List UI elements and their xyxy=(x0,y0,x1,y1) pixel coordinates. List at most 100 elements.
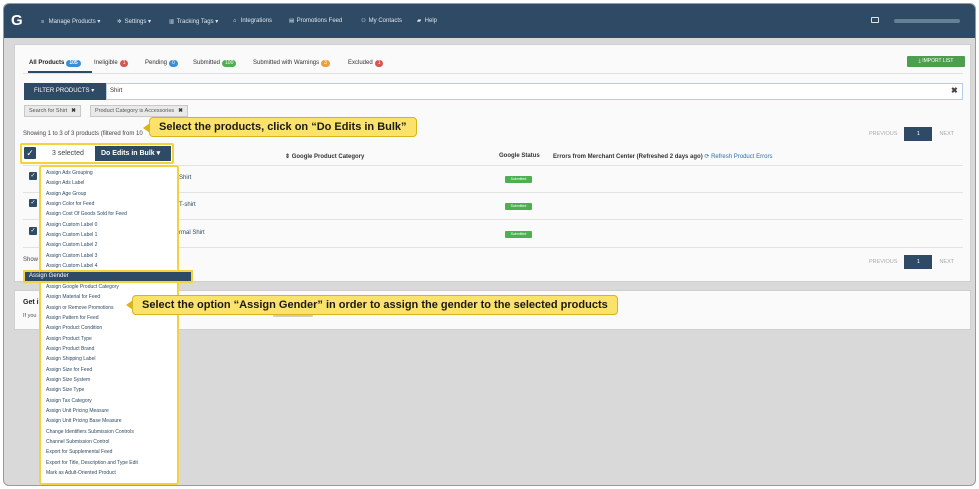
app-logo[interactable]: G xyxy=(11,12,25,29)
current-page-button[interactable]: 1 xyxy=(904,255,933,269)
plug-icon: ⌂ xyxy=(233,18,237,24)
bulk-edit-dropdown: Assign Ads Grouping Assign Ads Label Assig… xyxy=(39,165,179,485)
tab-count-badge: 105 xyxy=(66,60,81,67)
selected-count: 3 selected xyxy=(52,150,84,157)
dropdown-menu-item[interactable]: Assign Custom Label 4 xyxy=(46,263,97,269)
current-page-button[interactable]: 1 xyxy=(904,127,933,141)
filter-chip-category[interactable]: Product Category is Accessories ✖ xyxy=(90,105,188,117)
dropdown-menu-item[interactable]: Assign or Remove Promotions xyxy=(46,305,114,311)
contacts-icon: ⚇ xyxy=(361,18,366,24)
nav-my-contacts[interactable]: ⚇ My Contacts xyxy=(361,18,402,24)
nav-promotions-feed[interactable]: ▤ Promotions Feed xyxy=(289,18,342,24)
row-checkbox[interactable]: ✓ xyxy=(29,199,37,207)
dropdown-menu-item[interactable]: Assign Custom Label 2 xyxy=(46,242,97,248)
tab-count-badge: 3 xyxy=(321,60,330,67)
pagination-bottom: PREVIOUS 1 NEXT xyxy=(869,255,954,269)
nav-integrations[interactable]: ⌂ Integrations xyxy=(233,18,272,24)
next-page-link[interactable]: NEXT xyxy=(939,131,954,137)
dropdown-menu-item[interactable]: Assign Ads Label xyxy=(46,180,84,186)
remove-chip-icon[interactable]: ✖ xyxy=(71,108,76,114)
status-badge: Submitted xyxy=(505,203,532,210)
clear-search-icon[interactable]: ✖ xyxy=(951,86,958,95)
dropdown-menu-item[interactable]: Assign Custom Label 3 xyxy=(46,253,97,259)
gear-icon: ✲ xyxy=(117,19,122,25)
select-all-checkbox[interactable]: ✓ xyxy=(24,147,36,159)
tab-count-badge: 0 xyxy=(169,60,178,67)
chart-icon: ▥ xyxy=(169,19,175,25)
dropdown-menu-item[interactable]: Assign Product Brand xyxy=(46,346,94,352)
next-page-link[interactable]: NEXT xyxy=(939,259,954,265)
refresh-errors-link[interactable]: ⟳ Refresh Product Errors xyxy=(704,154,772,160)
nav-tracking-tags[interactable]: ▥ Tracking Tags ▾ xyxy=(169,18,218,25)
tab-count-badge: 100 xyxy=(222,60,237,67)
dropdown-menu-item[interactable]: Assign Product Condition xyxy=(46,325,102,331)
do-edits-in-bulk-button[interactable]: Do Edits in Bulk ▾ xyxy=(95,146,171,161)
pagination-top: PREVIOUS 1 NEXT xyxy=(869,127,954,141)
top-navbar: G ≡ Manage Products ▾ ✲ Settings ▾ ▥ Tra… xyxy=(4,4,975,38)
product-title-link[interactable]: T-shirt xyxy=(179,202,196,208)
showing-count-text: Showing 1 to 3 of 3 products (filtered f… xyxy=(23,131,143,137)
section-title: Get i xyxy=(23,299,39,306)
instruction-callout-1: Select the products, click on “Do Edits … xyxy=(149,117,417,137)
list-icon: ≡ xyxy=(41,19,45,25)
dropdown-menu-item[interactable]: Assign Custom Label 0 xyxy=(46,222,97,228)
dropdown-menu-item[interactable]: Assign Google Product Category xyxy=(46,284,119,290)
dropdown-menu-item[interactable]: Assign Tax Category xyxy=(46,398,92,404)
dropdown-menu-item[interactable]: Assign Unit Pricing Base Measure xyxy=(46,418,122,424)
app-window: G ≡ Manage Products ▾ ✲ Settings ▾ ▥ Tra… xyxy=(3,3,976,486)
message-icon[interactable] xyxy=(871,17,879,23)
tab-submitted[interactable]: Submitted 100 xyxy=(193,60,237,67)
dropdown-menu-item[interactable]: Export for Title, Description and Type E… xyxy=(46,460,138,466)
dropdown-menu-item[interactable]: Assign Color for Feed xyxy=(46,201,94,207)
menu-item-assign-gender[interactable]: Assign Gender xyxy=(23,270,193,283)
dropdown-menu-item[interactable]: Assign Product Type xyxy=(46,336,92,342)
dropdown-menu-item[interactable]: Assign Custom Label 1 xyxy=(46,232,97,238)
tab-ineligible[interactable]: Ineligible 1 xyxy=(94,60,129,67)
previous-page-link[interactable]: PREVIOUS xyxy=(869,131,897,137)
column-header-errors: Errors from Merchant Center (Refreshed 2… xyxy=(553,154,773,160)
dropdown-menu-item[interactable]: Assign Size Type xyxy=(46,387,84,393)
tab-count-badge: 1 xyxy=(374,60,384,67)
dropdown-menu-item[interactable]: Change Identifiers Submission Controls xyxy=(46,429,134,435)
row-checkbox[interactable]: ✓ xyxy=(29,172,37,180)
filter-products-button[interactable]: FILTER PRODUCTS ▾ xyxy=(24,83,106,100)
tab-count-badge: 1 xyxy=(119,60,129,67)
product-title-link[interactable]: rmal Shirt xyxy=(179,230,205,236)
tab-pending[interactable]: Pending 0 xyxy=(145,60,178,67)
product-title-link[interactable]: Shirt xyxy=(179,175,191,181)
user-email-redacted[interactable] xyxy=(894,19,960,23)
help-icon: ▰ xyxy=(417,18,422,24)
dropdown-menu-item[interactable]: Assign Age Group xyxy=(46,191,86,197)
column-header-category[interactable]: ⇕ Google Product Category xyxy=(285,153,364,160)
filter-chip-search[interactable]: Search for Shirt ✖ xyxy=(24,105,81,117)
tab-all-products[interactable]: All Products 105 xyxy=(29,60,81,67)
nav-help[interactable]: ▰ Help xyxy=(417,18,437,24)
showing-count-bottom: Show xyxy=(23,257,39,263)
row-checkbox[interactable]: ✓ xyxy=(29,227,37,235)
search-input[interactable]: Shirt xyxy=(106,83,963,100)
previous-page-link[interactable]: PREVIOUS xyxy=(869,259,897,265)
dropdown-menu-item[interactable]: Export for Supplemental Feed xyxy=(46,449,112,455)
tab-submitted-with-warnings[interactable]: Submitted with Warnings 3 xyxy=(253,60,330,67)
dropdown-menu-item[interactable]: Assign Pattern for Feed xyxy=(46,315,99,321)
dropdown-menu-item[interactable]: Channel Submission Control xyxy=(46,439,109,445)
dropdown-menu-item[interactable]: Assign Size for Feed xyxy=(46,367,92,373)
column-header-status[interactable]: Google Status xyxy=(499,153,540,159)
status-badge: Submitted xyxy=(505,176,532,183)
tab-excluded[interactable]: Excluded 1 xyxy=(348,60,384,67)
feed-icon: ▤ xyxy=(289,18,295,24)
dropdown-menu-item[interactable]: Assign Shipping Label xyxy=(46,356,95,362)
dropdown-menu-item[interactable]: Assign Size System xyxy=(46,377,90,383)
dropdown-menu-item[interactable]: Assign Cost Of Goods Sold for Feed xyxy=(46,211,127,217)
section-subtitle: If you xyxy=(23,313,37,319)
dropdown-menu-item[interactable]: Assign Ads Grouping xyxy=(46,170,93,176)
remove-chip-icon[interactable]: ✖ xyxy=(178,108,183,114)
nav-manage-products[interactable]: ≡ Manage Products ▾ xyxy=(41,18,100,25)
status-badge: Submitted xyxy=(505,231,532,238)
dropdown-menu-item[interactable]: Mark as Adult-Oriented Product xyxy=(46,470,116,476)
dropdown-menu-item[interactable]: Assign Material for Feed xyxy=(46,294,100,300)
nav-settings[interactable]: ✲ Settings ▾ xyxy=(117,18,151,25)
sort-icon: ⇕ xyxy=(285,154,292,160)
import-list-button[interactable]: ⤓ IMPORT LIST xyxy=(907,56,965,67)
dropdown-menu-item[interactable]: Assign Unit Pricing Measure xyxy=(46,408,109,414)
